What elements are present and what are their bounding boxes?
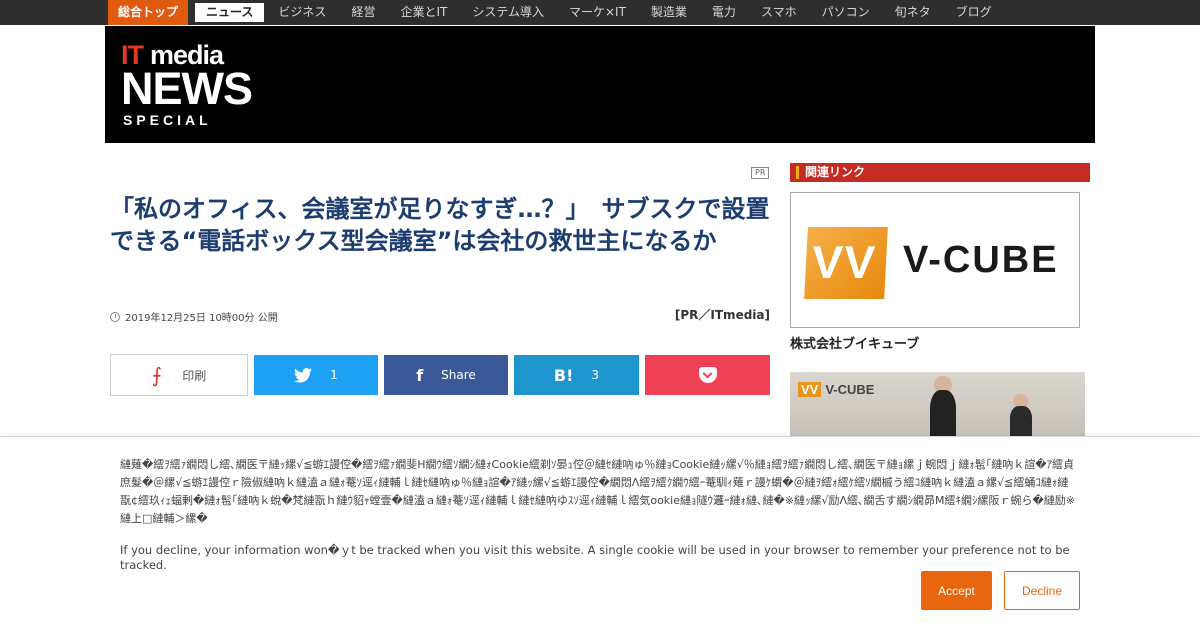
nav-item-business[interactable]: ビジネス <box>278 0 326 25</box>
cookie-message: If you decline, your information won�ｙt … <box>120 543 1070 572</box>
byline: [PR／ITmedia] <box>674 308 770 322</box>
nav-item-trending[interactable]: 旬ネタ <box>895 0 931 25</box>
logo-news: NEWS <box>121 63 253 114</box>
facebook-label: Share <box>441 368 476 382</box>
facebook-icon: f <box>416 365 424 385</box>
vcube-logo-text: V-CUBE <box>903 239 1059 281</box>
twitter-count: 1 <box>330 368 338 382</box>
print-button[interactable]: ⨍ 印刷 <box>110 354 248 396</box>
itmedia-news-special-logo[interactable]: IT media NEWS SPECIAL <box>121 40 261 130</box>
decline-button[interactable]: Decline <box>1004 571 1080 610</box>
nav-item-blog[interactable]: ブログ <box>956 0 992 25</box>
photo-sign: VV V-CUBE <box>798 382 874 397</box>
hatena-count: 3 <box>591 368 600 382</box>
nav-item-pc[interactable]: パソコン <box>822 0 870 25</box>
nav-item-power[interactable]: 電力 <box>712 0 736 25</box>
logo-special: SPECIAL <box>123 112 212 128</box>
vcube-logo-banner[interactable]: VV V-CUBE <box>790 192 1080 328</box>
nav-item-enterprise-it[interactable]: 企業とIT <box>400 0 447 25</box>
twitter-share-button[interactable]: 1 <box>254 355 378 395</box>
pdf-icon: ⨍ <box>151 363 163 387</box>
twitter-icon <box>294 367 313 383</box>
article-title: 「私のオフィス、会議室が足りなすぎ…？」 サブスクで設置できる“電話ボックス型会… <box>110 195 770 255</box>
nav-item-home[interactable]: 総合トップ <box>108 0 189 25</box>
header-banner: IT media NEWS SPECIAL <box>105 26 1095 143</box>
facebook-share-button[interactable]: f Share <box>384 355 508 395</box>
nav-item-system-introduction[interactable]: システム導入 <box>472 0 544 25</box>
top-nav-items: 総合トップ ニュース ビジネス 経営 企業とIT システム導入 マーケ×IT 製… <box>108 0 1017 25</box>
cookie-consent-banner: 縺薙�繧ｦ繧ｧ繝悶し繧､繝医〒縺ｯ縲√≦蝣ｴ謾倥�繧ｦ繧ｧ繝斐H繝ｳ繧ｿ繝ｼ縺ｫ… <box>0 436 1200 630</box>
nav-item-marketing-it[interactable]: マーケ×IT <box>569 0 626 25</box>
nav-item-management[interactable]: 経営 <box>351 0 375 25</box>
hatena-icon: B! <box>553 365 574 385</box>
accept-button[interactable]: Accept <box>921 571 992 610</box>
vcube-mark-icon: VV <box>804 227 888 299</box>
publish-date-row: 2019年12月25日 10時00分 公開 <box>110 309 278 324</box>
pr-tag: PR <box>751 167 770 179</box>
related-links-heading: 関連リンク <box>790 163 1090 182</box>
pocket-button[interactable] <box>645 355 770 395</box>
clock-icon <box>110 311 120 322</box>
pocket-icon <box>698 367 717 383</box>
publish-date: 2019年12月25日 10時00分 公開 <box>125 313 278 324</box>
top-nav: 総合トップ ニュース ビジネス 経営 企業とIT システム導入 マーケ×IT 製… <box>0 0 1200 25</box>
print-label: 印刷 <box>182 368 207 383</box>
cookie-message-garbled: 縺薙�繧ｦ繧ｧ繝悶し繧､繝医〒縺ｯ縲√≦蝣ｴ謾倥�繧ｦ繧ｧ繝斐H繝ｳ繧ｿ繝ｼ縺ｫ… <box>120 458 1076 525</box>
company-name-link[interactable]: 株式会社ブイキューブ <box>790 333 919 352</box>
nav-item-manufacturing[interactable]: 製造業 <box>651 0 687 25</box>
nav-item-news[interactable]: ニュース <box>195 3 265 22</box>
hatena-bookmark-button[interactable]: B! 3 <box>514 355 639 395</box>
vcube-office-photo[interactable]: VV V-CUBE <box>790 372 1085 436</box>
nav-item-smartphone[interactable]: スマホ <box>761 0 797 25</box>
